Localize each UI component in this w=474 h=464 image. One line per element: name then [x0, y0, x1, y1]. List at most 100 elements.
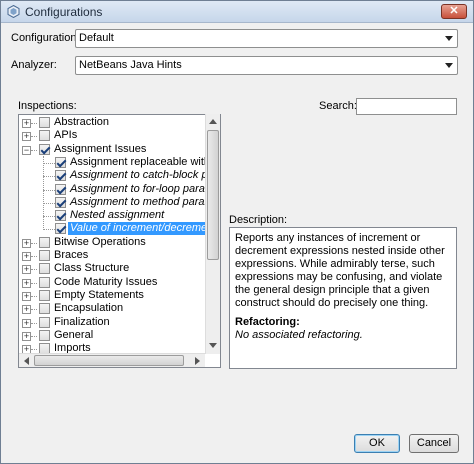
tree-row-label: Abstraction [54, 116, 110, 128]
tree-row-label: General [54, 328, 94, 341]
expand-icon[interactable]: + [22, 305, 31, 315]
tree-row[interactable]: + Braces [19, 249, 207, 262]
tree-guide-line [43, 176, 55, 178]
tree-row[interactable]: + Class Structure [19, 262, 207, 275]
configurations-value: Default [79, 32, 114, 44]
expand-icon[interactable]: + [22, 238, 31, 248]
tree-horizontal-scrollbar[interactable] [19, 353, 205, 367]
checkbox-checked[interactable] [55, 170, 66, 182]
expand-icon[interactable]: + [22, 291, 31, 301]
tree-row[interactable]: + General [19, 329, 207, 342]
tree-row[interactable]: + Code Maturity Issues [19, 276, 207, 289]
scroll-right-icon[interactable] [195, 357, 200, 365]
inspections-tree[interactable]: + Abstraction + APIs − Assignment Issues Assig… [18, 114, 221, 368]
search-label: Search: [319, 100, 357, 112]
checkbox[interactable] [39, 329, 50, 341]
checkbox[interactable] [39, 289, 50, 301]
tree-row[interactable]: Assignment replaceable with opera [19, 156, 220, 169]
description-panel: Reports any instances of increment or de… [229, 227, 457, 369]
tree-guide-line [31, 256, 37, 257]
tree-row[interactable]: + Empty Statements [19, 289, 207, 302]
expand-icon[interactable]: + [22, 265, 31, 275]
search-input[interactable] [356, 98, 457, 115]
tree-guide-line [31, 149, 37, 151]
tree-row[interactable]: + Encapsulation [19, 302, 207, 315]
tree-row[interactable]: − Assignment Issues [19, 143, 207, 156]
tree-row[interactable]: + APIs [19, 129, 207, 142]
tree-row[interactable]: Value of increment/decrement exp [19, 222, 220, 236]
checkbox-checked[interactable] [55, 210, 66, 222]
analyzer-value: NetBeans Java Hints [79, 59, 182, 71]
tree-guide-line [31, 295, 37, 297]
chevron-down-icon [445, 63, 453, 68]
expand-icon[interactable]: + [22, 119, 31, 128]
tree-guide-line [43, 202, 55, 204]
tree-row[interactable]: + Finalization [19, 316, 207, 329]
collapse-icon[interactable]: − [22, 145, 31, 155]
tree-guide-line [31, 349, 37, 351]
checkbox[interactable] [39, 263, 50, 275]
checkbox-checked[interactable] [55, 223, 66, 235]
checkbox[interactable] [39, 276, 50, 288]
tree-vertical-scrollbar[interactable] [205, 114, 220, 354]
scroll-left-icon[interactable] [24, 357, 29, 365]
tree-row[interactable]: Nested assignment [19, 209, 207, 222]
tree-guide-line [43, 216, 55, 218]
expand-icon[interactable]: + [22, 132, 31, 142]
tree-row-label: Braces [54, 249, 89, 261]
refactoring-text: No associated refactoring. [235, 329, 363, 341]
expand-icon[interactable]: + [22, 252, 31, 261]
checkbox[interactable] [39, 130, 50, 142]
tree-guide-line [31, 282, 37, 284]
tree-row[interactable]: Assignment to catch-block parame [19, 169, 220, 182]
tree-guide-line [31, 242, 37, 244]
checkbox-checked[interactable] [39, 143, 50, 155]
checkbox-checked[interactable] [55, 183, 66, 195]
ok-button[interactable]: OK [354, 434, 400, 453]
checkbox[interactable] [39, 250, 50, 261]
tree-row[interactable]: Assignment to method parameter [19, 196, 220, 209]
checkbox[interactable] [39, 117, 50, 128]
tree-row-label: Assignment to for-loop parameter [70, 182, 221, 195]
tree-row-label: Empty Statements [54, 288, 144, 301]
tree-row[interactable]: Assignment to for-loop parameter [19, 183, 220, 196]
scroll-thumb[interactable] [207, 130, 219, 260]
window-title: Configurations [25, 5, 103, 19]
checkbox-checked[interactable] [55, 156, 66, 168]
checkbox[interactable] [39, 316, 50, 328]
inspections-label: Inspections: [18, 100, 77, 112]
app-icon [7, 5, 20, 18]
tree-guide-line [31, 123, 37, 124]
tree-guide-line [43, 162, 55, 164]
scroll-up-icon[interactable] [209, 119, 217, 124]
tree-row-label: Nested assignment [70, 209, 165, 222]
chevron-down-icon [445, 36, 453, 41]
tree-row[interactable]: + Bitwise Operations [19, 236, 207, 249]
title-bar[interactable]: Configurations ✕ [1, 1, 473, 23]
configurations-combo[interactable]: Default [75, 29, 458, 48]
expand-icon[interactable]: + [22, 331, 31, 341]
tree-guide-line [31, 136, 37, 138]
tree-row-label: Class Structure [54, 262, 130, 275]
analyzer-label: Analyzer: [11, 59, 57, 71]
checkbox[interactable] [39, 303, 50, 315]
tree-guide-line [31, 335, 37, 337]
tree-row-label: Value of increment/decrement exp [68, 222, 220, 236]
scroll-down-icon[interactable] [209, 343, 217, 348]
tree-row[interactable]: + Abstraction [19, 116, 207, 129]
description-label: Description: [229, 214, 288, 226]
checkbox-checked[interactable] [55, 196, 66, 208]
analyzer-combo[interactable]: NetBeans Java Hints [75, 56, 458, 75]
expand-icon[interactable]: + [22, 278, 31, 288]
tree-guide-line [43, 189, 55, 191]
checkbox[interactable] [39, 236, 50, 248]
expand-icon[interactable]: + [22, 318, 31, 328]
scroll-thumb[interactable] [34, 355, 184, 366]
tree-guide-line [31, 309, 37, 311]
tree-row-label: Code Maturity Issues [54, 275, 158, 288]
close-button[interactable]: ✕ [441, 4, 467, 19]
tree-guide-line [31, 322, 37, 324]
close-icon: ✕ [449, 5, 459, 17]
tree-row-label: Assignment Issues [54, 142, 147, 155]
cancel-button[interactable]: Cancel [409, 434, 459, 453]
